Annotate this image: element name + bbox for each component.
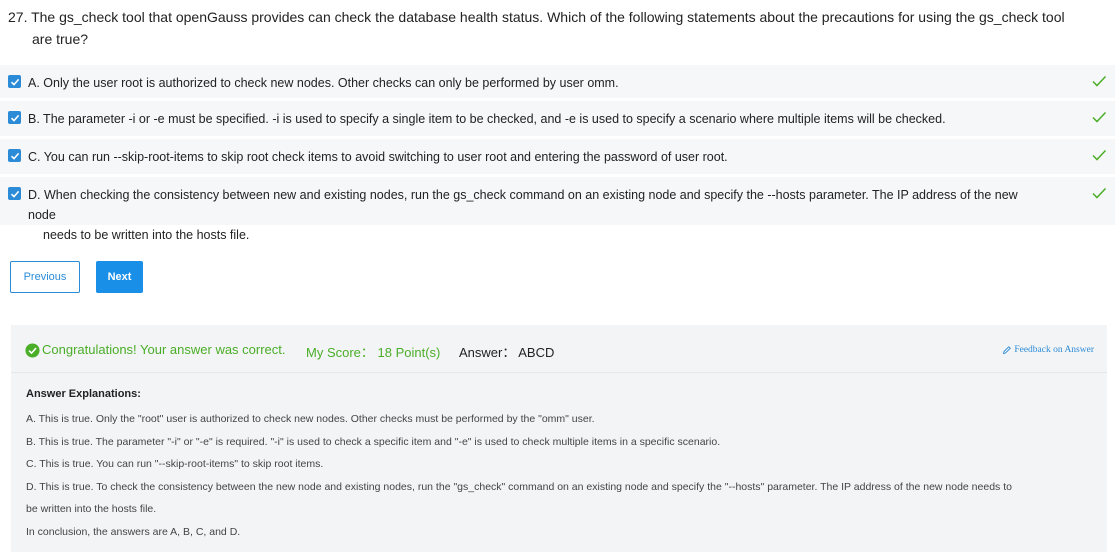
check-mark-icon — [1092, 149, 1107, 161]
check-mark-icon — [1092, 75, 1107, 87]
option-d-label: D. When checking the consistency between… — [28, 188, 1018, 222]
previous-button[interactable]: Previous — [10, 261, 80, 293]
result-panel: Congratulations! Your answer was correct… — [11, 325, 1107, 552]
result-bar: Congratulations! Your answer was correct… — [11, 325, 1107, 373]
next-button[interactable]: Next — [96, 261, 143, 293]
explanation-line: be written into the hosts file. — [26, 503, 157, 515]
options-list: A. Only the user root is authorized to c… — [0, 65, 1115, 242]
edit-icon — [1003, 346, 1012, 355]
explanation-line: C. This is true. You can run "--skip-roo… — [26, 458, 324, 470]
option-d-label-cont: needs to be written into the hosts file. — [43, 228, 250, 242]
option-a[interactable]: A. Only the user root is authorized to c… — [0, 65, 1115, 98]
feedback-label: Feedback on Answer — [1014, 345, 1094, 355]
option-d[interactable]: D. When checking the consistency between… — [0, 177, 1115, 242]
option-c-label: C. You can run --skip-root-items to skip… — [28, 150, 728, 164]
option-a-label: A. Only the user root is authorized to c… — [28, 76, 619, 90]
congrats-message: Congratulations! Your answer was correct… — [42, 342, 286, 357]
option-b[interactable]: B. The parameter -i or -e must be specif… — [0, 101, 1115, 136]
check-mark-icon — [1092, 187, 1107, 199]
answer-text: Answer： ABCD — [459, 345, 555, 360]
question-line-2: are true? — [32, 31, 89, 47]
explanations-heading: Answer Explanations: — [26, 388, 141, 400]
check-mark-icon — [1092, 111, 1107, 123]
explanation-line: In conclusion, the answers are A, B, C, … — [26, 525, 241, 538]
feedback-link[interactable]: Feedback on Answer — [1002, 345, 1094, 355]
question-text: 27. The gs_check tool that openGauss pro… — [8, 6, 1108, 50]
score-text: My Score： 18 Point(s) — [306, 345, 441, 360]
option-b-label: B. The parameter -i or -e must be specif… — [28, 112, 946, 126]
explanation-line: A. This is true. Only the "root" user is… — [26, 413, 595, 425]
checkbox-checked-icon[interactable] — [8, 149, 21, 162]
explanation-line: B. This is true. The parameter "-i" or "… — [26, 435, 721, 448]
success-circle-icon — [25, 343, 40, 358]
checkbox-checked-icon[interactable] — [8, 111, 21, 124]
answer-explanations: Answer Explanations: A. This is true. On… — [26, 388, 1096, 543]
question-line-1: 27. The gs_check tool that openGauss pro… — [8, 9, 1065, 25]
checkbox-checked-icon[interactable] — [8, 75, 21, 88]
explanation-line: D. This is true. To check the consistenc… — [26, 480, 1012, 493]
option-c[interactable]: C. You can run --skip-root-items to skip… — [0, 139, 1115, 174]
checkbox-checked-icon[interactable] — [8, 187, 21, 200]
